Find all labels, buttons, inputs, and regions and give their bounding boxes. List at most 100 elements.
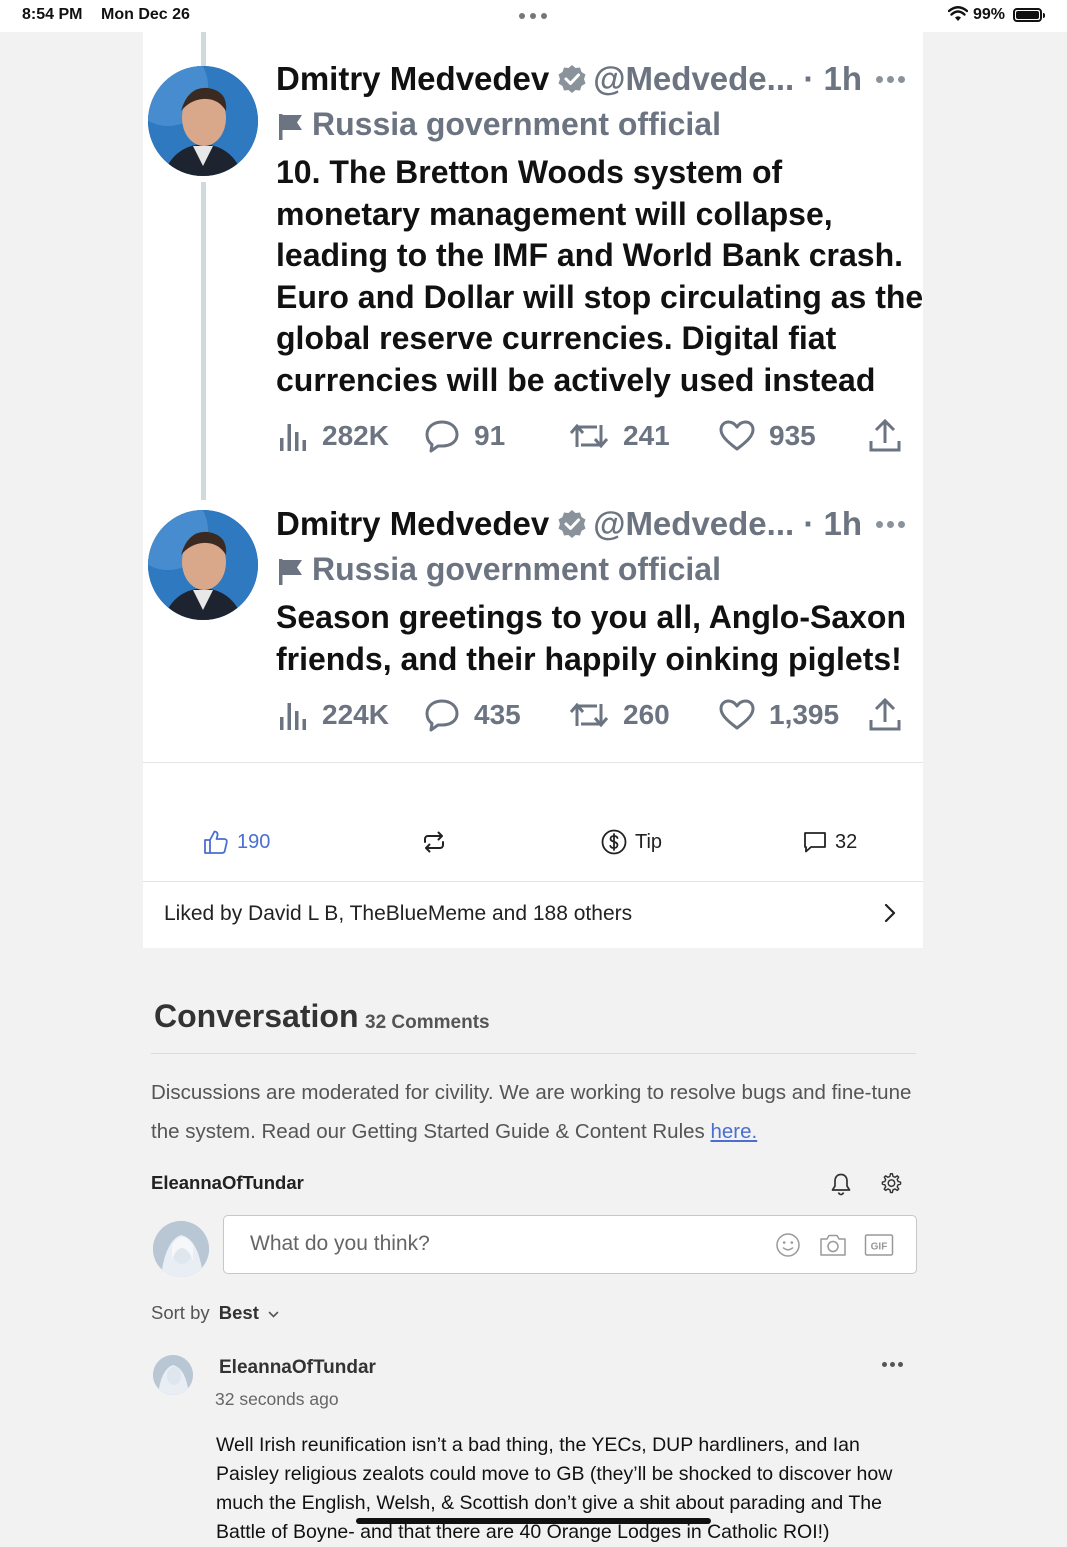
gif-icon[interactable]: GIF [864, 1232, 894, 1258]
tip-button[interactable]: Tip [601, 822, 662, 862]
divider [143, 762, 923, 763]
retweet-icon [569, 702, 609, 728]
views-count: 282K [322, 420, 389, 451]
moderation-note: Discussions are moderated for civility. … [151, 1073, 921, 1151]
author-name[interactable]: Dmitry Medvedev [276, 505, 549, 542]
reply-icon [425, 699, 459, 732]
retweet-stat[interactable]: 260 [569, 695, 670, 735]
heart-icon [719, 420, 755, 451]
retweet-count: 260 [623, 699, 670, 730]
tweet-text: 10. The Bretton Woods system of monetary… [276, 154, 924, 398]
author-name[interactable]: Dmitry Medvedev [276, 60, 549, 97]
flag-icon [279, 558, 302, 585]
tweet-header: Dmitry Medvedev @Medvede... · 1h [276, 60, 916, 100]
author-handle[interactable]: @Medvede... · 1h [593, 505, 862, 542]
retweet-stat[interactable]: 241 [569, 416, 670, 456]
post-action-bar: 190 Tip 32 [143, 812, 923, 872]
comment-author[interactable]: EleannaOfTundar [219, 1357, 376, 1379]
avatar[interactable] [148, 66, 258, 176]
views-stat[interactable]: 224K [278, 695, 389, 735]
like-stat[interactable]: 935 [719, 416, 816, 456]
views-stat[interactable]: 282K [278, 416, 389, 456]
tweet-header: Dmitry Medvedev @Medvede... · 1h [276, 505, 916, 545]
divider [151, 1053, 916, 1054]
retweet-count: 241 [623, 420, 670, 451]
comment-icon [804, 832, 826, 853]
cropped-content [168, 788, 868, 794]
chevron-down-icon [268, 1311, 279, 1318]
like-button[interactable]: 190 [203, 822, 270, 862]
tweet-text: Season greetings to you all, Anglo-Saxon… [276, 599, 907, 677]
comments-button[interactable]: 32 [803, 822, 857, 862]
views-count: 224K [322, 699, 389, 730]
reply-count: 91 [474, 420, 506, 451]
emoji-icon[interactable] [775, 1232, 801, 1258]
home-indicator[interactable] [356, 1518, 711, 1524]
conversation-title: Conversation [154, 998, 359, 1034]
comment-more-icon[interactable] [882, 1362, 903, 1367]
moderation-note-text: Discussions are moderated for civility. … [151, 1081, 912, 1143]
sort-label: Sort by [151, 1302, 210, 1323]
heart-icon [719, 699, 755, 730]
label-text: Russia government official [312, 106, 721, 142]
liked-by-text: Liked by David L B, TheBlueMeme and 188 … [164, 902, 633, 925]
sort-value: Best [218, 1302, 259, 1323]
battery-percent: 99% [973, 6, 1006, 23]
repost-button[interactable] [422, 822, 446, 862]
comment-composer: GIF [223, 1215, 917, 1274]
more-icon[interactable] [876, 521, 906, 529]
comment-count-label: 32 Comments [365, 1012, 490, 1033]
liked-by-row[interactable]: Liked by David L B, TheBlueMeme and 188 … [143, 881, 923, 949]
avatar[interactable] [148, 510, 258, 620]
user-avatar[interactable] [153, 1221, 209, 1277]
retweet-icon [569, 423, 609, 449]
comment-text: Well Irish reunification isn’t a bad thi… [216, 1434, 893, 1543]
thumbs-up-icon [204, 830, 228, 854]
tweet-stats: 224K 435 260 1,395 [278, 695, 908, 735]
sort-dropdown[interactable]: Sort by Best [151, 1302, 279, 1324]
like-stat[interactable]: 1,395 [719, 695, 839, 735]
camera-icon[interactable] [819, 1232, 847, 1258]
more-icon[interactable] [876, 76, 906, 84]
government-label: Russia government official [278, 551, 721, 588]
gear-icon[interactable] [879, 1172, 902, 1195]
bell-icon[interactable] [830, 1172, 852, 1196]
chevron-right-icon [884, 903, 896, 923]
wifi-icon [948, 6, 968, 21]
comment-count: 32 [835, 830, 858, 853]
status-date: Mon Dec 26 [101, 6, 190, 23]
multitasking-dots-icon[interactable] [519, 13, 547, 19]
dollar-icon [601, 829, 627, 855]
like-count: 190 [237, 830, 271, 853]
like-count: 1,395 [769, 699, 840, 730]
views-icon [280, 424, 306, 451]
reply-stat[interactable]: 91 [424, 416, 505, 456]
battery-icon [1013, 8, 1045, 22]
tweet-stats: 282K 91 241 935 [278, 416, 908, 456]
author-handle[interactable]: @Medvede... · 1h [593, 60, 862, 97]
comment-input[interactable] [250, 1230, 730, 1258]
tip-label: Tip [635, 830, 663, 853]
status-time: 8:54 PM [22, 6, 83, 23]
status-bar: 8:54 PM Mon Dec 26 99% [0, 0, 1067, 32]
thread-line [201, 32, 206, 66]
share-icon[interactable] [868, 695, 902, 735]
comment-avatar[interactable] [153, 1355, 193, 1395]
government-label: Russia government official [278, 106, 721, 143]
rules-link[interactable]: here. [711, 1120, 758, 1143]
svg-text:GIF: GIF [871, 1242, 888, 1253]
share-icon[interactable] [868, 416, 902, 456]
label-text: Russia government official [312, 551, 721, 587]
verified-badge-icon [558, 65, 586, 93]
views-icon [280, 703, 306, 730]
repost-icon [424, 831, 444, 853]
comment-time: 32 seconds ago [215, 1389, 339, 1409]
reply-stat[interactable]: 435 [424, 695, 521, 735]
reply-icon [425, 420, 459, 453]
post-card: Dmitry Medvedev @Medvede... · 1h Russia g… [143, 32, 923, 948]
current-user-name: EleannaOfTundar [151, 1172, 304, 1193]
thread-line [201, 182, 206, 500]
verified-badge-icon [558, 510, 586, 538]
reply-count: 435 [474, 699, 521, 730]
flag-icon [279, 113, 302, 140]
